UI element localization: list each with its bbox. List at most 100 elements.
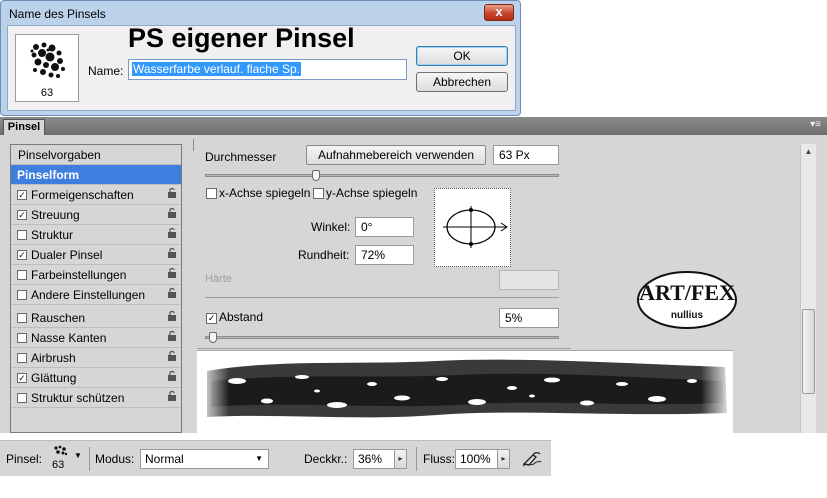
dialog-close-button[interactable]: x [484, 4, 514, 21]
spacing-field[interactable]: 5% [499, 308, 559, 328]
panel-scrollbar[interactable]: ▲ [800, 144, 816, 433]
brush-label: Pinsel: [6, 452, 43, 466]
artifex-logo: ART/FEX nullius [636, 269, 740, 334]
logo-bottom-text: nullius [671, 310, 704, 321]
brush-picker[interactable]: 63 [49, 445, 75, 473]
angle-ellipse-icon [443, 206, 508, 248]
tab-pinsel[interactable]: Pinsel [3, 119, 45, 135]
mode-value: Normal [145, 452, 184, 466]
brush-name-value: Wasserfarbe verlauf. flache Sp. [132, 62, 301, 76]
logo-top-text: ART/FEX [639, 280, 735, 305]
opacity-label: Deckkr.: [304, 452, 348, 466]
checkbox[interactable]: ✓ [17, 189, 27, 200]
ok-button[interactable]: OK [416, 46, 508, 66]
list-item-label: Dualer Pinsel [31, 248, 103, 262]
hardness-slider [205, 297, 559, 298]
cancel-button[interactable]: Abbrechen [416, 72, 508, 92]
diameter-field[interactable]: 63 Px [493, 145, 559, 165]
mode-select[interactable]: Normal ▼ [140, 449, 269, 469]
dialog-client: 63 PS eigener Pinsel Name: Wasserfarbe v… [7, 23, 516, 111]
checkbox[interactable] [17, 312, 27, 323]
list-item-formeigenschaften[interactable]: ✓ Formeigenschaften [11, 185, 181, 205]
lock-icon[interactable] [167, 285, 177, 305]
list-item-label: Rauschen [31, 311, 86, 325]
flow-stepper-icon[interactable]: ▸ [498, 449, 510, 469]
list-item-rauschen[interactable]: Rauschen [11, 308, 181, 328]
checkbox[interactable]: ✓ [17, 249, 27, 260]
list-item-streuung[interactable]: ✓ Streuung [11, 205, 181, 225]
list-item-dualer-pinsel[interactable]: ✓ Dualer Pinsel [11, 245, 181, 265]
list-item-andere-einstellungen[interactable]: Andere Einstellungen [11, 285, 181, 305]
spacing-slider[interactable] [205, 336, 559, 339]
opacity-stepper-icon[interactable]: ▸ [395, 449, 407, 469]
chevron-down-icon: ▼ [255, 454, 263, 463]
list-item-pinselvorgaben[interactable]: Pinselvorgaben [11, 145, 181, 165]
roundness-label: Rundheit: [298, 248, 350, 262]
list-item-nasse-kanten[interactable]: Nasse Kanten [11, 328, 181, 348]
name-label: Name: [88, 64, 124, 78]
lock-icon[interactable] [167, 388, 177, 408]
checkbox[interactable] [17, 392, 27, 403]
lock-icon[interactable] [167, 368, 177, 388]
flow-field[interactable]: 100% [455, 449, 498, 469]
lock-icon[interactable] [167, 265, 177, 285]
checkbox[interactable] [17, 332, 27, 343]
checkbox[interactable]: ✓ [17, 209, 27, 220]
brush-size-label: 63 [40, 87, 54, 99]
airbrush-icon[interactable] [521, 449, 543, 469]
checkbox[interactable]: ✓ [17, 372, 27, 383]
flip-x-label: x-Achse spiegeln [219, 186, 311, 200]
lock-icon[interactable] [167, 185, 177, 205]
scroll-thumb[interactable] [802, 309, 815, 394]
list-item-struktur[interactable]: Struktur [11, 225, 181, 245]
diameter-slider-thumb[interactable] [312, 170, 320, 181]
lock-icon[interactable] [167, 225, 177, 245]
flip-y-checkbox[interactable] [313, 188, 324, 199]
divider [89, 447, 90, 471]
list-item-struktur-schützen[interactable]: Struktur schützen [11, 388, 181, 408]
chevron-down-icon[interactable]: ▼ [74, 451, 82, 460]
sample-size-button[interactable]: Aufnahmebereich verwenden [306, 145, 486, 165]
list-item-label: Struktur [31, 228, 74, 242]
list-item-pinselform[interactable]: Pinselform [11, 165, 181, 185]
list-item-farbeinstellungen[interactable]: Farbeinstellungen [11, 265, 181, 285]
panel-menu-icon[interactable]: ▾≡ [810, 119, 821, 130]
spacing-checkbox[interactable]: ✓ [206, 313, 217, 324]
lock-icon[interactable] [167, 308, 177, 328]
lock-icon[interactable] [167, 205, 177, 225]
lock-icon[interactable] [167, 328, 177, 348]
mode-label: Modus: [95, 452, 135, 466]
spacing-slider-thumb[interactable] [209, 332, 217, 343]
checkbox[interactable] [17, 269, 27, 280]
brush-tip-thumbnail [30, 42, 65, 78]
list-item-label: Nasse Kanten [31, 331, 107, 345]
list-item-label: Andere Einstellungen [31, 288, 146, 302]
checkbox[interactable] [17, 352, 27, 363]
list-item-label: Pinselvorgaben [18, 148, 101, 162]
brush-settings-list: Pinselvorgaben Pinselform ✓ Formeigenschaft… [10, 144, 182, 433]
list-item-label: Streuung [31, 208, 80, 222]
list-item-label: Farbeinstellungen [31, 268, 127, 282]
divider [193, 139, 194, 151]
lock-icon[interactable] [167, 245, 177, 265]
brush-panel: Pinsel ▾≡ Pinselvorgaben Pinselform ✓ Forme… [0, 117, 827, 433]
list-item-airbrush[interactable]: Airbrush [11, 348, 181, 368]
lock-icon[interactable] [167, 348, 177, 368]
angle-roundness-widget[interactable] [434, 188, 511, 267]
list-item-glättung[interactable]: ✓ Glättung [11, 368, 181, 388]
roundness-field[interactable]: 72% [355, 245, 414, 265]
flip-x-checkbox[interactable] [206, 188, 217, 199]
list-item-label: Struktur schützen [31, 391, 125, 405]
diameter-slider[interactable] [205, 174, 559, 177]
checkbox[interactable] [17, 289, 27, 300]
divider [197, 348, 571, 349]
checkbox[interactable] [17, 229, 27, 240]
brush-name-input[interactable]: Wasserfarbe verlauf. flache Sp. [128, 59, 407, 80]
angle-label: Winkel: [311, 220, 351, 234]
flip-y-label: y-Achse spiegeln [326, 186, 418, 200]
scroll-up-icon[interactable]: ▲ [801, 144, 816, 159]
angle-field[interactable]: 0° [355, 217, 414, 237]
brush-tip-preview: 63 [15, 34, 79, 102]
opacity-field[interactable]: 36% [353, 449, 395, 469]
spacing-label: Abstand [219, 310, 264, 324]
